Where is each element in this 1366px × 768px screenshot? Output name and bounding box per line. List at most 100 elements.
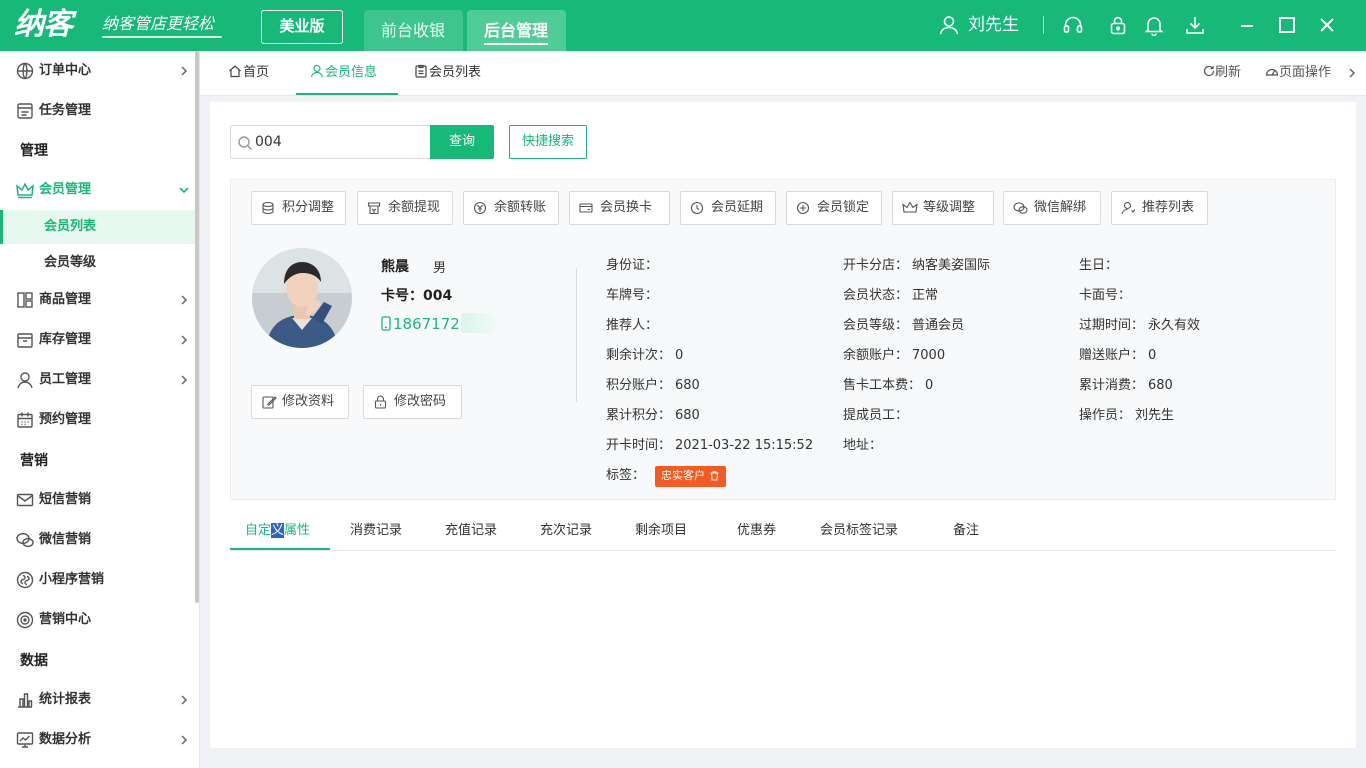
sidebar-sub-member-list[interactable]: 会员列表 [0, 210, 196, 244]
sidebar-item-wechat[interactable]: 微信营销 [0, 520, 196, 560]
info-divider [576, 268, 577, 402]
globe-icon [16, 62, 34, 80]
field-label: 售卡工本费： [843, 378, 922, 393]
field-label: 积分账户： [606, 378, 672, 393]
tab-recharge-records[interactable]: 充值记录 [445, 512, 497, 550]
field-label: 累计消费： [1079, 378, 1145, 393]
clock-icon [690, 201, 704, 215]
points-adjust-button[interactable]: 积分调整 [251, 191, 346, 225]
referral-list-button[interactable]: 推荐列表 [1111, 191, 1208, 225]
card-change-button[interactable]: 会员换卡 [569, 191, 670, 225]
sidebar-item-sms[interactable]: 短信营销 [0, 480, 196, 520]
avatar [252, 248, 352, 348]
header-divider [1043, 16, 1044, 34]
minimize-icon[interactable] [1236, 14, 1258, 36]
nav-front-cashier[interactable]: 前台收银 [364, 10, 463, 51]
crown-icon [16, 182, 34, 199]
page-tab-bar: 首页 会员信息 会员列表 刷新 页面操作 [200, 51, 1366, 96]
tab-home-label: 首页 [243, 65, 270, 80]
headset-icon[interactable] [1062, 14, 1084, 36]
sidebar-item-label: 员工管理 [39, 372, 92, 387]
user-icon[interactable] [938, 14, 960, 36]
search-button[interactable]: 查询 [430, 125, 494, 159]
sidebar-item-tasks[interactable]: 任务管理 [0, 91, 196, 131]
member-lock-button[interactable]: 会员锁定 [786, 191, 882, 225]
chevron-right-icon[interactable] [1347, 67, 1357, 79]
tab-member-list[interactable]: 会员列表 [414, 51, 481, 95]
sidebar-sub-member-level[interactable]: 会员等级 [0, 246, 196, 280]
close-icon[interactable] [1316, 14, 1338, 36]
wechat-unbind-button[interactable]: 微信解绑 [1003, 191, 1101, 225]
sidebar-item-label: 微信营销 [39, 532, 92, 547]
sidebar-item-inventory[interactable]: 库存管理 [0, 320, 196, 360]
crown-icon [902, 201, 918, 213]
tab-member-info[interactable]: 会员信息 [296, 51, 398, 95]
edit-profile-button[interactable]: 修改资料 [251, 385, 349, 419]
trash-icon[interactable] [709, 470, 720, 481]
miniprogram-icon [16, 571, 34, 589]
tag-badge[interactable]: 忠实客户 [655, 466, 727, 487]
nav-back-office[interactable]: 后台管理 [467, 10, 566, 51]
tab-label-part: 属性 [284, 523, 311, 538]
tab-notes[interactable]: 备注 [953, 512, 979, 550]
field-value: 普通会员 [912, 318, 965, 333]
field-id-card: 身份证： [606, 257, 662, 275]
sidebar-item-analytics[interactable]: 数据分析 [0, 720, 196, 760]
wechat-icon [1013, 202, 1028, 214]
member-phone: 1867172 [381, 315, 460, 333]
search-input[interactable] [255, 126, 425, 158]
tab-tag-records[interactable]: 会员标签记录 [820, 512, 898, 550]
field-member-status: 会员状态： 正常 [843, 287, 938, 305]
field-label: 标签： [606, 468, 646, 483]
tab-coupons[interactable]: 优惠券 [737, 512, 776, 550]
field-points-account: 积分账户： 680 [606, 377, 700, 395]
sidebar-item-products[interactable]: 商品管理 [0, 280, 196, 320]
maximize-icon[interactable] [1276, 14, 1298, 36]
tab-consumption-records[interactable]: 消费记录 [350, 512, 402, 550]
sidebar-item-miniprogram[interactable]: 小程序营销 [0, 560, 196, 600]
page-ops-button[interactable]: 页面操作 [1265, 51, 1331, 95]
member-extend-button[interactable]: 会员延期 [680, 191, 776, 225]
sidebar-item-marketing-center[interactable]: 营销中心 [0, 600, 196, 640]
balance-withdraw-button[interactable]: 余额提现 [357, 191, 453, 225]
sidebar-item-label: 小程序营销 [39, 572, 105, 587]
download-icon[interactable] [1184, 14, 1206, 36]
field-value: 永久有效 [1148, 318, 1201, 333]
field-label: 过期时间： [1079, 318, 1145, 333]
field-label: 生日： [1079, 258, 1119, 273]
field-label: 地址： [843, 438, 883, 453]
tab-home[interactable]: 首页 [228, 51, 269, 95]
field-remaining-count: 剩余计次： 0 [606, 347, 683, 365]
edition-badge[interactable]: 美业版 [261, 10, 343, 44]
refresh-button[interactable]: 刷新 [1203, 51, 1241, 95]
field-card-face-no: 卡面号： [1079, 287, 1135, 305]
person-icon [310, 64, 324, 78]
field-expire-time: 过期时间： 永久有效 [1079, 317, 1200, 335]
balance-transfer-button[interactable]: 余额转账 [463, 191, 559, 225]
sidebar-item-staff[interactable]: 员工管理 [0, 360, 196, 400]
sidebar-item-booking[interactable]: 预约管理 [0, 400, 196, 440]
field-value: 正常 [912, 288, 939, 303]
search-box[interactable] [230, 125, 430, 159]
sidebar-item-label: 任务管理 [39, 103, 92, 118]
member-phone-number: 1867172 [393, 315, 460, 333]
tab-remaining-items[interactable]: 剩余项目 [635, 512, 687, 550]
gauge-icon [1265, 68, 1279, 76]
field-commission-staff: 提成员工： [843, 407, 912, 425]
top-bar: 纳客 纳客管店更轻松 美业版 前台收银 后台管理 刘先生 [0, 0, 1366, 51]
edit-password-button[interactable]: 修改密码 [363, 385, 462, 419]
user-name[interactable]: 刘先生 [968, 13, 1019, 37]
tab-count-recharge-records[interactable]: 充次记录 [540, 512, 592, 550]
bell-icon[interactable] [1143, 14, 1165, 36]
edit-profile-label: 修改资料 [282, 394, 335, 409]
field-total-points: 累计积分： 680 [606, 407, 700, 425]
tab-custom-attributes[interactable]: 自定义属性 [230, 512, 330, 550]
lock-icon[interactable] [1107, 14, 1129, 36]
chevron-down-icon [179, 187, 189, 194]
sidebar-item-reports[interactable]: 统计报表 [0, 680, 196, 720]
quick-search-button[interactable]: 快捷搜索 [509, 125, 587, 159]
sidebar-item-orders[interactable]: 订单中心 [0, 51, 196, 91]
level-adjust-button[interactable]: 等级调整 [892, 191, 994, 225]
sidebar-scrollbar[interactable] [195, 51, 199, 603]
sidebar-item-member-mgmt[interactable]: 会员管理 [0, 170, 196, 210]
